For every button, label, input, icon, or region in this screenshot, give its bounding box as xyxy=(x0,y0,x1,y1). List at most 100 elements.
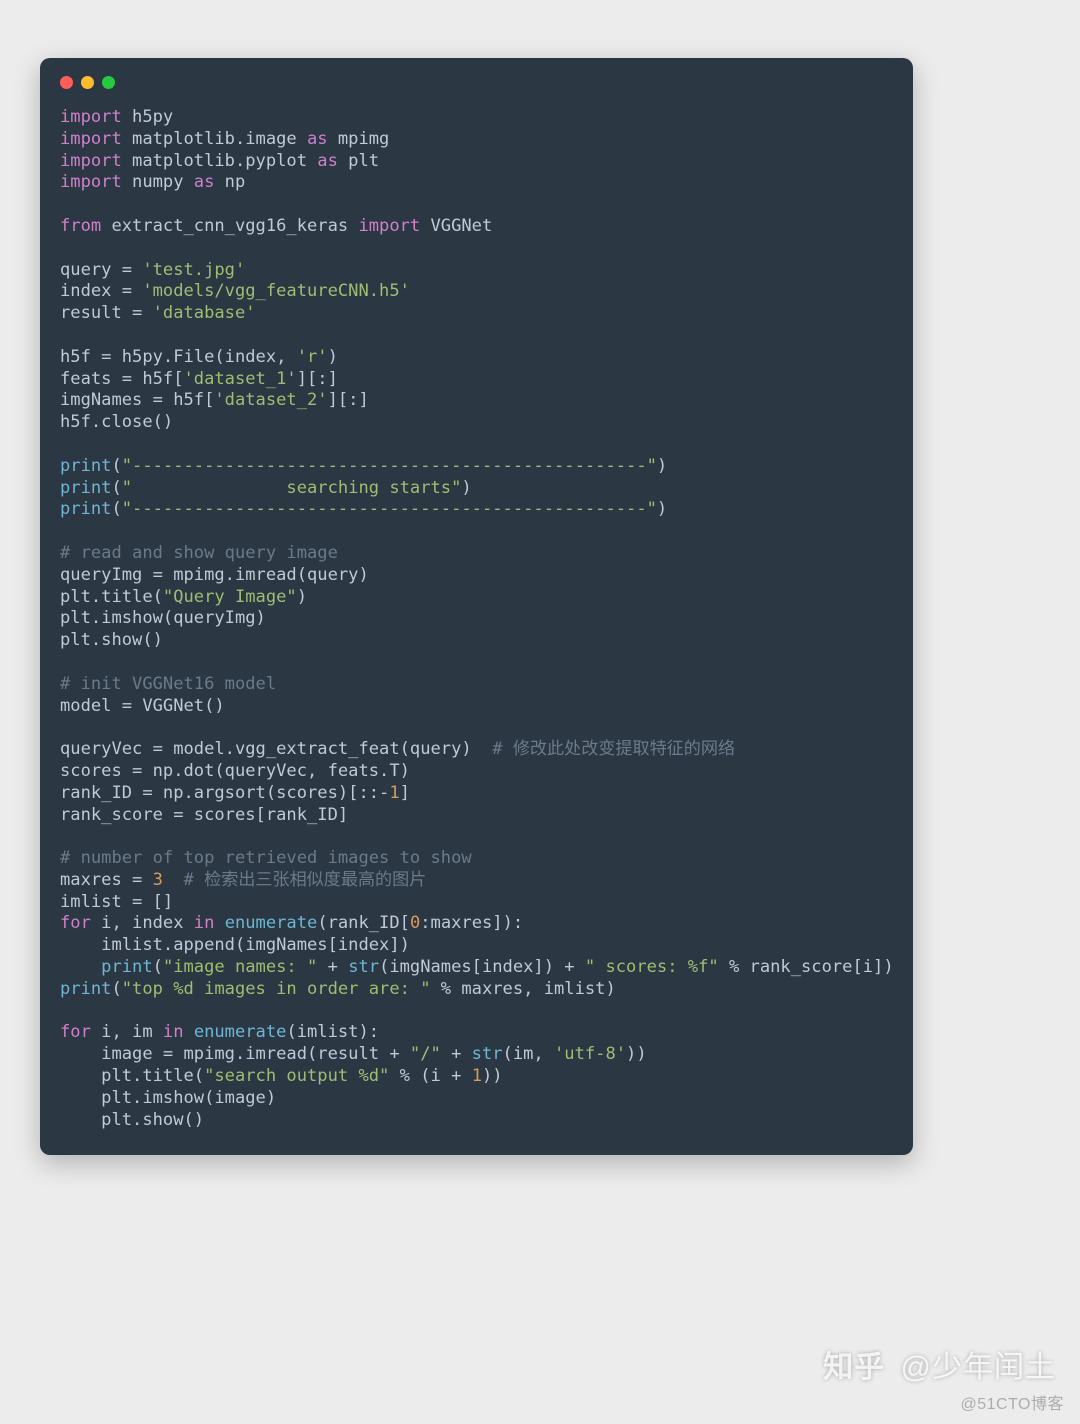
code-token: print xyxy=(60,478,111,498)
code-token: import xyxy=(60,151,122,171)
code-token: plt xyxy=(338,151,379,171)
code-token: ( xyxy=(111,478,121,498)
code-token: mpimg xyxy=(328,129,390,149)
code-token: ) xyxy=(328,347,338,367)
code-token: # number of top retrieved images to show xyxy=(60,848,472,868)
code-token: 'database' xyxy=(153,303,256,323)
code-token: + xyxy=(441,1044,472,1064)
code-window: import h5py import matplotlib.image as m… xyxy=(40,58,913,1155)
code-token: 1 xyxy=(389,783,399,803)
code-token: % rank_score[i]) xyxy=(719,957,894,977)
code-token: (imgNames[index]) + xyxy=(379,957,585,977)
code-token: print xyxy=(60,499,111,519)
code-token: scores = np.dot(queryVec, feats.T) xyxy=(60,761,410,781)
code-token: import xyxy=(60,129,122,149)
code-token: ][:] xyxy=(328,390,369,410)
code-token: 0 xyxy=(410,913,420,933)
code-token: "---------------------------------------… xyxy=(122,456,657,476)
window-controls xyxy=(60,76,893,89)
code-token: " searching starts" xyxy=(122,478,462,498)
code-token: plt.show() xyxy=(60,1110,204,1130)
code-token: enumerate xyxy=(225,913,318,933)
code-token: h5f.close() xyxy=(60,412,173,432)
code-token: % (i + xyxy=(389,1066,471,1086)
code-token: i, index xyxy=(91,913,194,933)
code-token: h5f = h5py.File(index, xyxy=(60,347,297,367)
code-token: " scores: %f" xyxy=(585,957,719,977)
code-token: 'models/vgg_featureCNN.h5' xyxy=(142,281,410,301)
code-token: "Query Image" xyxy=(163,587,297,607)
code-token: 1 xyxy=(472,1066,482,1086)
code-token: 'r' xyxy=(297,347,328,367)
code-token: model = VGGNet() xyxy=(60,696,225,716)
code-token xyxy=(214,913,224,933)
code-token: str xyxy=(472,1044,503,1064)
code-token: )) xyxy=(482,1066,503,1086)
code-token: 'dataset_2' xyxy=(214,390,327,410)
code-token: in xyxy=(163,1022,184,1042)
code-token: 'utf-8' xyxy=(554,1044,626,1064)
code-token: print xyxy=(101,957,152,977)
code-token: ( xyxy=(111,979,121,999)
code-token: in xyxy=(194,913,215,933)
code-token: as xyxy=(317,151,338,171)
code-token: 'dataset_1' xyxy=(184,369,297,389)
code-token: (im, xyxy=(503,1044,554,1064)
code-token: # read and show query image xyxy=(60,543,338,563)
code-token: print xyxy=(60,979,111,999)
code-token: 'test.jpg' xyxy=(142,260,245,280)
code-token: )) xyxy=(626,1044,647,1064)
code-token: "image names: " xyxy=(163,957,317,977)
code-token: plt.title( xyxy=(60,587,163,607)
code-token: result = xyxy=(60,303,153,323)
zhihu-watermark: 知乎 @少年闰土 xyxy=(823,1342,1056,1386)
code-token: for xyxy=(60,1022,91,1042)
code-token: ) xyxy=(297,587,307,607)
code-token: ] xyxy=(400,783,410,803)
code-token: for xyxy=(60,913,91,933)
code-token: plt.title( xyxy=(60,1066,204,1086)
code-token: numpy xyxy=(122,172,194,192)
code-token: ][:] xyxy=(297,369,338,389)
code-token xyxy=(184,1022,194,1042)
code-token: plt.show() xyxy=(60,630,163,650)
code-token: query = xyxy=(60,260,142,280)
code-token: + xyxy=(317,957,348,977)
code-token: # 修改此处改变提取特征的网络 xyxy=(492,739,735,759)
minimize-icon[interactable] xyxy=(81,76,94,89)
code-token: ( xyxy=(153,957,163,977)
code-token: np xyxy=(214,172,245,192)
code-token: "search output %d" xyxy=(204,1066,389,1086)
code-token: ( xyxy=(111,499,121,519)
code-token: ) xyxy=(461,478,471,498)
code-token: import xyxy=(358,216,420,236)
zhihu-user: @少年闰土 xyxy=(901,1351,1056,1384)
code-token: "/" xyxy=(410,1044,441,1064)
code-token: import xyxy=(60,172,122,192)
code-token: :maxres]): xyxy=(420,913,523,933)
code-token: extract_cnn_vgg16_keras xyxy=(101,216,358,236)
code-token: print xyxy=(60,456,111,476)
code-token: h5py xyxy=(122,107,173,127)
code-token: plt.imshow(queryImg) xyxy=(60,608,266,628)
code-token: rank_score = scores[rank_ID] xyxy=(60,805,348,825)
code-token: maxres = xyxy=(60,870,153,890)
code-token: ) xyxy=(657,456,667,476)
code-token: (imlist): xyxy=(286,1022,379,1042)
zhihu-logo-text: 知乎 xyxy=(823,1351,885,1384)
code-token: i, im xyxy=(91,1022,163,1042)
code-token: rank_ID = np.argsort(scores)[::- xyxy=(60,783,389,803)
code-token: imlist.append(imgNames[index]) xyxy=(60,935,410,955)
code-token: queryImg = mpimg.imread(query) xyxy=(60,565,369,585)
cto-watermark: @51CTO博客 xyxy=(960,1390,1064,1414)
code-token: queryVec = model.vgg_extract_feat(query) xyxy=(60,739,492,759)
code-token: "top %d images in order are: " xyxy=(122,979,431,999)
code-token: feats = h5f[ xyxy=(60,369,184,389)
code-token: % maxres, imlist) xyxy=(431,979,616,999)
code-token: plt.imshow(image) xyxy=(60,1088,276,1108)
zoom-icon[interactable] xyxy=(102,76,115,89)
code-token: ) xyxy=(657,499,667,519)
close-icon[interactable] xyxy=(60,76,73,89)
code-token xyxy=(60,957,101,977)
code-token: image = mpimg.imread(result + xyxy=(60,1044,410,1064)
